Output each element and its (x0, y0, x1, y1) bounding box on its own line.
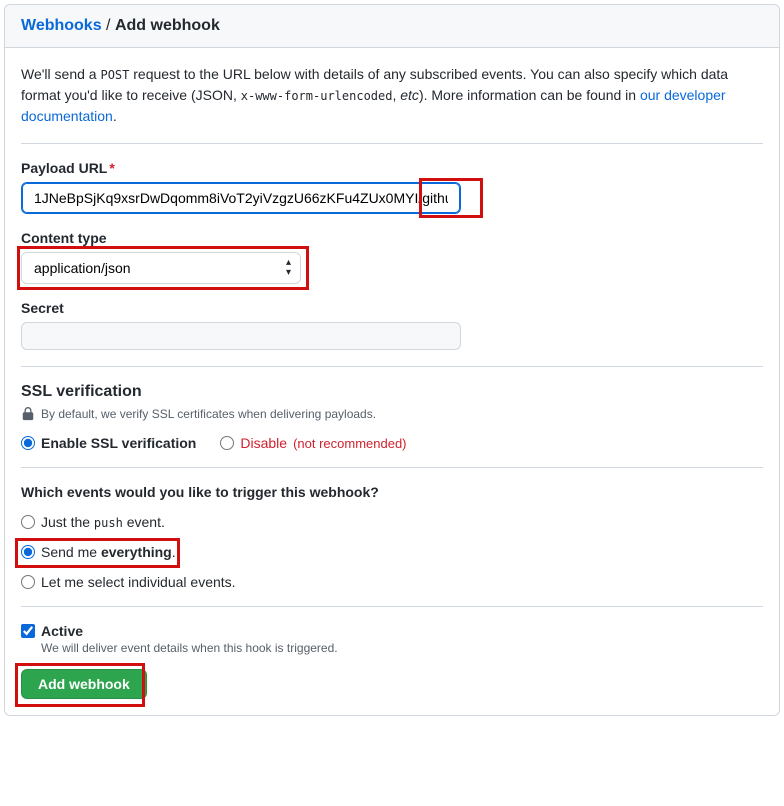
webhook-panel: Webhooks / Add webhook We'll send a POST… (4, 4, 780, 716)
content-type-group: Content type application/json ▴▾ (21, 230, 763, 284)
secret-group: Secret (21, 300, 763, 350)
intro-text: We'll send a POST request to the URL bel… (21, 64, 763, 127)
breadcrumb: Webhooks / Add webhook (5, 5, 779, 48)
ssl-note: By default, we verify SSL certificates w… (21, 407, 763, 421)
ssl-disable-radio[interactable]: Disable (not recommended) (220, 435, 406, 451)
panel-body: We'll send a POST request to the URL bel… (5, 48, 779, 715)
breadcrumb-current: Add webhook (115, 17, 220, 34)
payload-url-group: Payload URL* (21, 160, 763, 214)
active-note: We will deliver event details when this … (41, 641, 763, 655)
ssl-section: SSL verification By default, we verify S… (21, 383, 763, 451)
breadcrumb-webhooks-link[interactable]: Webhooks (21, 17, 102, 34)
secret-label: Secret (21, 300, 763, 316)
events-heading: Which events would you like to trigger t… (21, 484, 763, 500)
urlencoded-code: x-www-form-urlencoded (241, 89, 393, 103)
active-checkbox-row[interactable]: Active (21, 623, 763, 639)
events-push-radio[interactable]: Just the push event. (21, 514, 763, 530)
ssl-enable-radio[interactable]: Enable SSL verification (21, 435, 196, 451)
content-type-select[interactable]: application/json (21, 252, 301, 284)
ssl-heading: SSL verification (21, 383, 763, 401)
divider (21, 467, 763, 468)
breadcrumb-separator: / (102, 17, 115, 34)
events-everything-radio-input[interactable] (21, 545, 35, 559)
payload-url-input[interactable] (21, 182, 461, 214)
divider (21, 606, 763, 607)
post-code: POST (100, 68, 129, 82)
ssl-disable-radio-input[interactable] (220, 436, 234, 450)
lock-icon (21, 407, 35, 421)
divider (21, 143, 763, 144)
active-checkbox[interactable] (21, 624, 35, 638)
active-section: Active We will deliver event details whe… (21, 623, 763, 699)
payload-url-label: Payload URL* (21, 160, 763, 176)
required-indicator: * (109, 160, 114, 176)
ssl-enable-radio-input[interactable] (21, 436, 35, 450)
secret-input[interactable] (21, 322, 461, 350)
events-section: Which events would you like to trigger t… (21, 484, 763, 590)
divider (21, 366, 763, 367)
content-type-label: Content type (21, 230, 763, 246)
events-individual-radio-input[interactable] (21, 575, 35, 589)
events-everything-radio[interactable]: Send me everything. (21, 544, 763, 560)
events-push-radio-input[interactable] (21, 515, 35, 529)
events-individual-radio[interactable]: Let me select individual events. (21, 574, 763, 590)
add-webhook-button[interactable]: Add webhook (21, 669, 147, 699)
